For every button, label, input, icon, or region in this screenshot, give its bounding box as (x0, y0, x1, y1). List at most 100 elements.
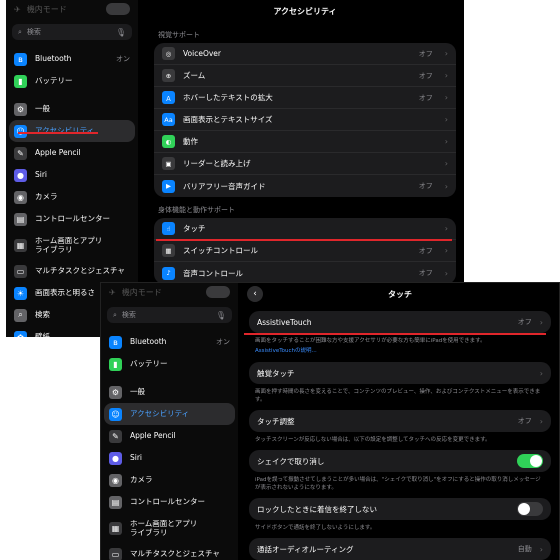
chevron-right-icon: › (444, 115, 448, 124)
touch-accommodations-value: オフ (517, 417, 532, 425)
accommodations-footer: タッチスクリーンが反応しない場合は、以下の設定を調整してタッチへの反応を変更でき… (255, 437, 491, 443)
lock-end-call-row: ロックしたときに着信を終了しない (249, 498, 551, 520)
sidebar-item-label: アクセシビリティ (35, 126, 95, 136)
airplane-mode-row[interactable]: ✈ 機内モード (6, 0, 138, 18)
microphone-icon[interactable]: 🎙 (216, 311, 226, 320)
touch-icon: ☝ (162, 222, 175, 235)
search-icon: ⌕ (14, 308, 27, 322)
settings-row[interactable]: ◐ 動作 › (154, 131, 456, 153)
text-size-icon: Aa (162, 113, 175, 126)
shake-to-undo-toggle[interactable] (517, 454, 543, 468)
sidebar-item[interactable]: ⚙ 一般 (6, 98, 138, 120)
accessibility-icon: ☺ (109, 407, 122, 421)
sidebar-item-label: ホーム画面とアプリ ライブラリ (35, 235, 103, 254)
pencil-icon: ✎ (109, 429, 122, 443)
bluetooth-icon: ʙ (14, 52, 27, 66)
settings-row[interactable]: ▣ リーダーと読み上げ › (154, 153, 456, 175)
highlight-underline (244, 333, 546, 335)
haptic-footer: 画面を押す時間の長さを変えることで、コンテンツのプレビュー、操作、およびコンテク… (255, 389, 541, 403)
settings-row[interactable]: ▦ スイッチコントロール オフ › (154, 240, 456, 262)
gear-icon: ⚙ (109, 385, 122, 399)
multitask-icon: ▭ (109, 547, 122, 560)
accessibility-icon: ☺ (14, 124, 27, 138)
section-header-vision: 視覚サポート (158, 31, 200, 39)
speech-icon: ▣ (162, 157, 175, 170)
chevron-right-icon: › (444, 137, 448, 146)
sidebar-item-label: カメラ (35, 192, 58, 202)
sidebar-item-label: コントロールセンター (35, 214, 110, 224)
sidebar-item[interactable]: ▤ コントロールセンター (101, 491, 238, 513)
sidebar-item-label: Bluetooth (130, 337, 167, 347)
sidebar-item[interactable]: ◉ カメラ (101, 469, 238, 491)
lock-end-call-toggle[interactable] (517, 502, 543, 516)
sidebar-item-label: マルチタスクとジェスチャ (130, 549, 220, 559)
settings-row[interactable]: ♪ 音声コントロール オフ › (154, 262, 456, 284)
sidebar-item-label: ホーム画面とアプリ ライブラリ (130, 518, 198, 537)
settings-row[interactable]: ☝ タッチ › (154, 218, 456, 240)
sidebar-item-label: 壁紙 (35, 332, 50, 337)
assistivetouch-row[interactable]: AssistiveTouch オフ › (249, 311, 551, 333)
sidebar-item[interactable]: ● Siri (101, 447, 238, 469)
sidebar-item-label: 検索 (35, 310, 50, 320)
chevron-left-icon: ‹ (253, 289, 257, 299)
settings-row-label: 動作 (183, 137, 198, 146)
sidebar-item[interactable]: ▮ バッテリー (6, 70, 138, 92)
settings-row-value: オフ (418, 71, 433, 80)
chevron-right-icon: › (539, 368, 543, 378)
sidebar-item-label: コントロールセンター (130, 497, 205, 507)
settings-sidebar: ✈ 機内モード ⌕ 検索 🎙 ʙ Bluetooth オン ▮ バッテリー ⚙ 一般 ☺ アクセ… (101, 283, 238, 560)
settings-row[interactable]: Aa 画面表示とテキストサイズ › (154, 109, 456, 131)
sidebar-item-label: 画面表示と明るさ (35, 288, 95, 298)
vision-card: ◎ VoiceOver オフ › ⊕ ズーム オフ › Ａ ホバーしたテキストの拡大 オフ › Aa 画面… (154, 43, 456, 197)
sidebar-item[interactable]: ▤ コントロールセンター (6, 208, 138, 230)
sidebar-item[interactable]: ▭ マルチタスクとジェスチャ (101, 543, 238, 560)
gear-icon: ⚙ (14, 102, 27, 116)
haptic-touch-row[interactable]: 触覚タッチ › (249, 362, 551, 384)
sidebar-item-label: アクセシビリティ (130, 409, 190, 419)
brightness-icon: ☀ (14, 286, 27, 300)
section-header-physical: 身体機能と動作サポート (158, 206, 235, 214)
sidebar-item[interactable]: ☺ アクセシビリティ (9, 120, 135, 142)
airplane-toggle[interactable] (106, 3, 130, 15)
airplane-icon: ✈ (109, 287, 116, 297)
airplane-toggle[interactable] (206, 286, 230, 298)
airplane-mode-row[interactable]: ✈ 機内モード (101, 283, 238, 301)
sidebar-item[interactable]: ⚙ 一般 (101, 381, 238, 403)
call-audio-routing-row[interactable]: 通話オーディオルーティング 自動 › (249, 538, 551, 560)
sidebar-item[interactable]: ✎ Apple Pencil (6, 142, 138, 164)
sidebar-item[interactable]: ▮ バッテリー (101, 353, 238, 375)
settings-row-label: 画面表示とテキストサイズ (183, 115, 273, 124)
wallpaper-icon: ✿ (14, 330, 27, 337)
highlight-underline (18, 132, 98, 134)
sidebar-item[interactable]: ◉ カメラ (6, 186, 138, 208)
sidebar-item[interactable]: ✎ Apple Pencil (101, 425, 238, 447)
sidebar-item[interactable]: ʙ Bluetooth オン (101, 331, 238, 353)
settings-row[interactable]: Ａ ホバーしたテキストの拡大 オフ › (154, 87, 456, 109)
search-input[interactable]: ⌕ 検索 🎙 (12, 24, 132, 40)
sidebar-item-value: オン (116, 55, 130, 63)
home-screen-icon: ▦ (109, 521, 122, 535)
settings-row[interactable]: ◎ VoiceOver オフ › (154, 43, 456, 65)
search-input[interactable]: ⌕ 検索 🎙 (107, 307, 232, 323)
sidebar-item-label: 一般 (35, 104, 50, 114)
settings-row-label: タッチ (183, 224, 206, 233)
chevron-right-icon: › (539, 544, 543, 554)
sidebar-item[interactable]: ☺ アクセシビリティ (104, 403, 235, 425)
chevron-right-icon: › (539, 416, 543, 426)
zoom-icon: ⊕ (162, 69, 175, 82)
assistivetouch-link[interactable]: AssistiveTouchの説明... (241, 344, 559, 354)
hover-text-icon: Ａ (162, 91, 175, 104)
settings-row-value: オフ (418, 246, 433, 255)
settings-row[interactable]: ⊕ ズーム オフ › (154, 65, 456, 87)
microphone-icon[interactable]: 🎙 (116, 28, 126, 37)
sidebar-item[interactable]: ● Siri (6, 164, 138, 186)
sidebar-item[interactable]: ▦ ホーム画面とアプリ ライブラリ (101, 513, 238, 543)
touch-accommodations-row[interactable]: タッチ調整 オフ › (249, 410, 551, 432)
search-icon: ⌕ (18, 27, 22, 36)
sidebar-item[interactable]: ▦ ホーム画面とアプリ ライブラリ (6, 230, 138, 260)
sidebar-item-label: Bluetooth (35, 54, 72, 64)
sidebar-item[interactable]: ʙ Bluetooth オン (6, 48, 138, 70)
back-button[interactable]: ‹ (247, 286, 263, 302)
sidebar-item[interactable]: ▭ マルチタスクとジェスチャ (6, 260, 138, 282)
settings-row[interactable]: ▶ バリアフリー音声ガイド オフ › (154, 175, 456, 197)
